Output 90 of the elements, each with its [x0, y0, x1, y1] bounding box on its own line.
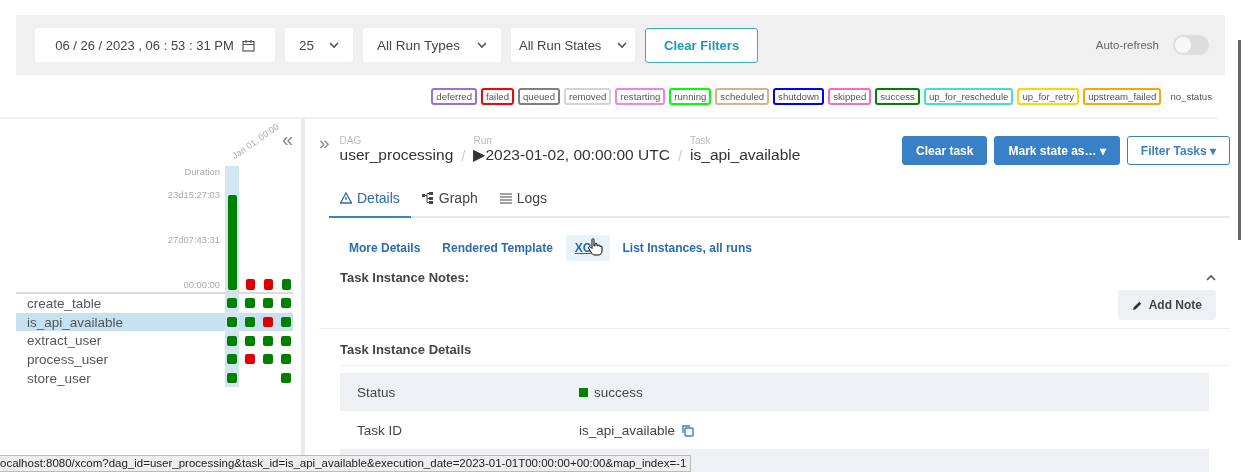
task-status-square[interactable]	[245, 298, 255, 309]
state-tag[interactable]: running	[669, 87, 712, 105]
state-tag[interactable]: scheduled	[715, 87, 770, 105]
task-status-square[interactable]	[281, 298, 291, 309]
breadcrumb-caption: Task	[690, 135, 712, 146]
state-tag[interactable]: up_for_retry	[1017, 87, 1080, 105]
table-cell: is_api_available	[579, 422, 676, 438]
expand-icon[interactable]: »	[319, 132, 330, 154]
link-tab[interactable]: Rendered Template	[433, 235, 562, 261]
task-status-square[interactable]	[227, 373, 237, 384]
collapse-icon[interactable]: «	[281, 129, 293, 149]
run-type-select[interactable]: All Run Types	[363, 28, 501, 62]
chevron-icon	[617, 41, 627, 49]
state-tag[interactable]: queued	[518, 87, 560, 105]
run-duration-bar[interactable]	[263, 279, 273, 290]
state-tag[interactable]: no_status	[1165, 87, 1217, 105]
calendar-icon	[241, 38, 255, 52]
state-tag[interactable]: deferred	[431, 87, 478, 105]
run-duration-bar[interactable]	[227, 195, 237, 290]
task-name[interactable]: extract_user	[16, 333, 220, 349]
duration-label: Duration	[184, 166, 220, 177]
task-name[interactable]: create_table	[16, 295, 220, 311]
task-status-square[interactable]	[227, 354, 237, 365]
breadcrumb-separator: /	[461, 147, 466, 164]
axis-tick: 00:00:00	[183, 279, 220, 290]
page-size-select[interactable]: 25	[285, 28, 353, 62]
task-name[interactable]: store_user	[16, 370, 220, 386]
task-status-square[interactable]	[227, 335, 237, 346]
task-status-square[interactable]	[263, 354, 273, 365]
state-tag[interactable]: skipped	[828, 87, 872, 105]
breadcrumb-separator: /	[677, 147, 683, 164]
copy-icon[interactable]	[681, 423, 695, 437]
section-heading: Task Instance Notes:	[340, 269, 470, 285]
chevron-icon	[329, 41, 339, 49]
auto-refresh-toggle[interactable]	[1173, 35, 1209, 55]
breadcrumb-link[interactable]: user_processing	[339, 146, 454, 164]
action-button[interactable]: Filter Tasks ▾	[1126, 136, 1230, 165]
chevron-icon	[477, 41, 487, 49]
table-cell-text: Status	[356, 384, 397, 400]
task-status-square[interactable]	[245, 354, 255, 365]
task-name[interactable]: is_api_available	[16, 314, 220, 330]
task-status-square[interactable]	[281, 354, 291, 365]
task-status-square[interactable]	[263, 335, 273, 346]
action-button[interactable]: Mark state as… ▾	[994, 136, 1120, 165]
task-name[interactable]: process_user	[16, 351, 220, 367]
tab[interactable]: Logs	[488, 184, 559, 218]
status-bar-url: ocalhost:8080/xcom?dag_id=user_processing&task_id=is_api_available&execution_date=2023-01-01T00:00:00+00:00&map_index=-1	[0, 455, 692, 472]
section-heading: Task Instance Details	[340, 341, 472, 357]
breadcrumb-link[interactable]: is_api_available	[690, 146, 801, 164]
tab[interactable]: Graph	[410, 184, 489, 218]
table-cell: success	[594, 384, 643, 400]
state-tag[interactable]: shutdown	[773, 87, 825, 105]
breadcrumb-caption: DAG	[339, 135, 363, 146]
run-duration-bar[interactable]	[281, 279, 291, 290]
run-column[interactable]	[225, 166, 239, 292]
tab[interactable]: Details	[329, 184, 411, 218]
breadcrumb-link[interactable]: ▶2023-01-02, 00:00:00 UTC	[473, 146, 670, 164]
state-tag[interactable]: upstream_failed	[1083, 87, 1162, 105]
axis-tick: 23d15:27:03	[167, 189, 220, 200]
task-status-square[interactable]	[227, 298, 237, 309]
graph-icon	[421, 192, 434, 204]
table-cell-text: Task ID	[356, 422, 403, 438]
warning-icon	[340, 192, 352, 204]
scrollbar[interactable]	[1238, 40, 1241, 240]
date-field[interactable]: 06 / 26 / 2023 , 06 : 53 : 31 PM	[35, 28, 275, 62]
task-row[interactable]: is_api_available	[16, 312, 293, 332]
auto-refresh-label: Auto-refresh	[1095, 39, 1159, 51]
add-note-button[interactable]: Add Note	[1117, 290, 1216, 320]
action-button[interactable]: Clear task	[902, 136, 988, 165]
list-icon	[499, 192, 512, 204]
pencil-icon	[1131, 299, 1143, 311]
state-tag[interactable]: up_for_reschedule	[923, 87, 1014, 105]
task-status-square[interactable]	[245, 335, 255, 346]
breadcrumb-caption: Run	[473, 135, 493, 146]
run-state-select[interactable]: All Run States	[511, 28, 635, 62]
task-status-square[interactable]	[263, 317, 273, 328]
state-tag[interactable]: failed	[481, 87, 514, 105]
state-tag[interactable]: removed	[564, 87, 612, 105]
state-tag[interactable]: restarting	[615, 87, 666, 105]
task-status-square[interactable]	[281, 317, 291, 328]
task-status-square[interactable]	[245, 317, 255, 328]
axis-tick: 27d07:43:31	[167, 234, 220, 245]
run-duration-bar[interactable]	[245, 279, 255, 290]
link-tab[interactable]: More Details	[340, 235, 430, 261]
state-tag[interactable]: success	[875, 87, 920, 105]
task-status-square[interactable]	[281, 373, 291, 384]
task-status-square[interactable]	[281, 335, 291, 346]
link-tab[interactable]: List Instances, all runs	[613, 235, 761, 261]
task-status-square[interactable]	[227, 317, 237, 328]
task-status-square[interactable]	[263, 298, 273, 309]
